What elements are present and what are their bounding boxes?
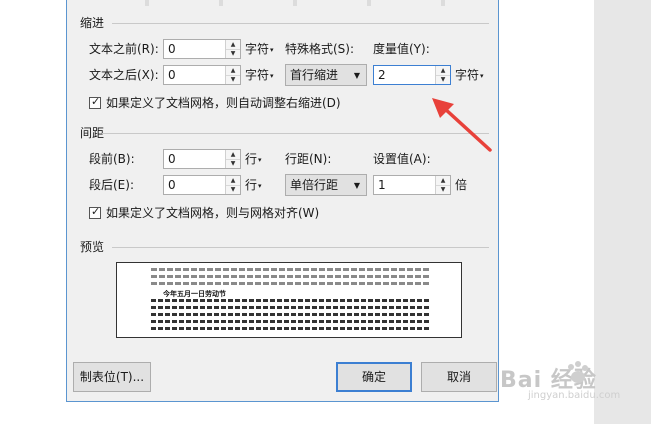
spin-down-icon[interactable]: ▼ <box>226 75 240 84</box>
measure-value: 2 <box>378 68 386 82</box>
before-text-unit: 字符 <box>245 42 270 56</box>
special-format-select[interactable]: 首行缩进 ▼ <box>285 64 367 86</box>
after-text-value: 0 <box>168 68 176 82</box>
preview-sample-text: 今年五月一日劳动节 <box>163 290 226 298</box>
special-format-label: 特殊格式(S): <box>285 42 355 56</box>
chevron-down-icon: ▼ <box>353 71 360 80</box>
spin-down-icon[interactable]: ▼ <box>436 185 450 194</box>
spin-down-icon[interactable]: ▼ <box>226 49 240 58</box>
preview-next-line <box>151 306 429 309</box>
set-value-spinner[interactable]: 1 ▲ ▼ <box>373 175 451 195</box>
spin-down-icon[interactable]: ▼ <box>226 185 240 194</box>
line-spacing-value: 单倍行距 <box>290 178 339 192</box>
watermark-url: jingyan.baidu.com <box>528 390 621 401</box>
tabs-button[interactable]: 制表位(T)... <box>73 362 151 392</box>
special-format-value: 首行缩进 <box>290 68 339 82</box>
background-left <box>0 0 66 424</box>
caret-down-icon: ▾ <box>480 72 484 80</box>
background-scroll-area <box>594 0 651 424</box>
indent-grid-label[interactable]: 如果定义了文档网格，则自动调整右缩进(D) <box>106 94 341 112</box>
caret-down-icon: ▾ <box>258 182 262 190</box>
previous-row-remnant <box>75 0 485 6</box>
measure-label: 度量值(Y): <box>373 42 430 56</box>
space-before-label: 段前(B): <box>89 152 135 166</box>
after-text-unit-dropdown[interactable]: 字符▾ <box>245 66 274 86</box>
caret-down-icon: ▾ <box>258 156 262 164</box>
caret-down-icon: ▾ <box>270 46 274 54</box>
preview-prev-line <box>151 268 429 271</box>
set-value-unit: 倍 <box>455 178 468 192</box>
spacing-grid-checkbox[interactable]: ✓ <box>89 205 101 219</box>
preview-prev-line <box>151 282 429 285</box>
set-value-arrows: ▲ ▼ <box>435 176 450 194</box>
cancel-button[interactable]: 取消 <box>421 362 497 392</box>
annotation-arrow-icon <box>432 98 492 152</box>
indent-separator <box>112 23 489 24</box>
after-text-label: 文本之后(X): <box>89 68 159 82</box>
space-after-label: 段后(E): <box>89 178 134 192</box>
after-text-unit: 字符 <box>245 68 270 82</box>
preview-next-line <box>151 299 429 302</box>
line-spacing-select[interactable]: 单倍行距 ▼ <box>285 174 367 196</box>
indent-grid-checkbox[interactable]: ✓ <box>89 95 101 109</box>
measure-unit-dropdown[interactable]: 字符▾ <box>455 66 484 86</box>
preview-box: 今年五月一日劳动节 <box>116 262 462 338</box>
preview-separator <box>112 247 489 248</box>
spacing-grid-label[interactable]: 如果定义了文档网格，则与网格对齐(W) <box>106 204 319 222</box>
preview-prev-line <box>151 275 429 278</box>
preview-next-line <box>151 327 429 330</box>
caret-down-icon: ▾ <box>270 72 274 80</box>
measure-unit: 字符 <box>455 68 480 82</box>
space-before-value: 0 <box>168 152 176 166</box>
before-text-value: 0 <box>168 42 176 56</box>
space-before-arrows: ▲ ▼ <box>225 150 240 168</box>
after-text-spinner[interactable]: 0 ▲ ▼ <box>163 65 241 85</box>
before-text-arrows: ▲ ▼ <box>225 40 240 58</box>
set-value-value: 1 <box>378 178 386 192</box>
indent-section-label: 缩进 <box>80 16 105 30</box>
measure-arrows: ▲ ▼ <box>435 66 450 84</box>
after-text-arrows: ▲ ▼ <box>225 66 240 84</box>
checkmark-icon: ✓ <box>91 205 101 218</box>
preview-next-line <box>151 320 429 323</box>
space-after-spinner[interactable]: 0 ▲ ▼ <box>163 175 241 195</box>
space-after-value: 0 <box>168 178 176 192</box>
measure-spinner[interactable]: 2 ▲ ▼ <box>373 65 451 85</box>
before-text-unit-dropdown[interactable]: 字符▾ <box>245 40 274 60</box>
space-after-unit-dropdown[interactable]: 行▾ <box>245 176 262 196</box>
spacing-section-label: 间距 <box>80 126 105 140</box>
space-before-unit: 行 <box>245 152 258 166</box>
preview-next-line <box>151 313 429 316</box>
preview-section-label: 预览 <box>80 240 105 254</box>
space-after-arrows: ▲ ▼ <box>225 176 240 194</box>
spin-down-icon[interactable]: ▼ <box>226 159 240 168</box>
space-after-unit: 行 <box>245 178 258 192</box>
line-spacing-label: 行距(N): <box>285 152 332 166</box>
ok-button[interactable]: 确定 <box>336 362 412 392</box>
spin-down-icon[interactable]: ▼ <box>436 75 450 84</box>
baidu-paw-icon <box>568 361 588 383</box>
checkmark-icon: ✓ <box>91 95 101 108</box>
space-before-spinner[interactable]: 0 ▲ ▼ <box>163 149 241 169</box>
set-value-label: 设置值(A): <box>373 152 431 166</box>
space-before-unit-dropdown[interactable]: 行▾ <box>245 150 262 170</box>
before-text-label: 文本之前(R): <box>89 42 159 56</box>
before-text-spinner[interactable]: 0 ▲ ▼ <box>163 39 241 59</box>
paragraph-dialog <box>66 0 499 402</box>
chevron-down-icon: ▼ <box>353 181 360 190</box>
